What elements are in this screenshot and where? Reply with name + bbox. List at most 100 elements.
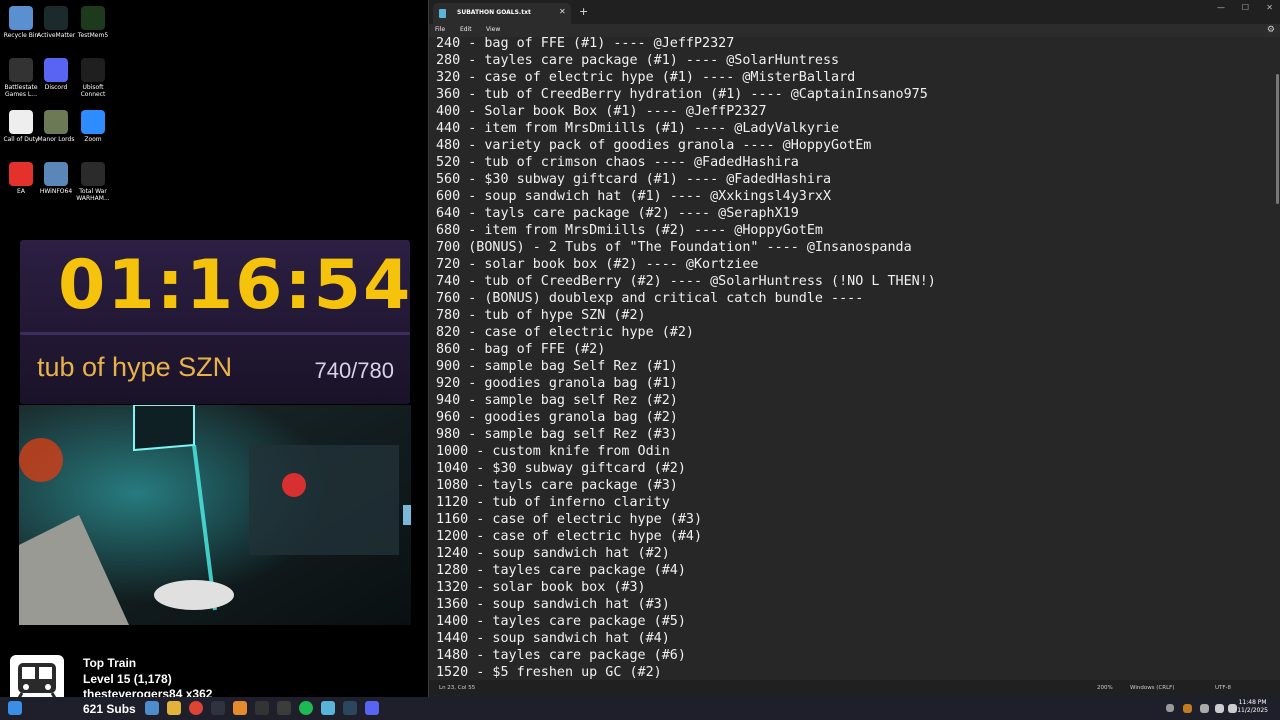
app-icon <box>9 162 33 186</box>
text-line: 1200 - case of electric hype (#4) <box>436 529 703 544</box>
desktop-icon-label: EA <box>17 188 25 195</box>
text-line: 640 - tayls care package (#2) ---- @Sera… <box>436 206 799 221</box>
text-line: 900 - sample bag Self Rez (#1) <box>436 359 678 374</box>
tray-app-icon-2[interactable] <box>1200 704 1209 713</box>
chrome-icon[interactable] <box>189 701 203 715</box>
encoding: UTF-8 <box>1215 685 1232 691</box>
train-subs: 621 Subs <box>83 702 136 716</box>
tray-chevron-icon[interactable] <box>1166 704 1174 712</box>
goal-progress: 740/780 <box>314 358 394 383</box>
text-line: 1120 - tub of inferno clarity <box>436 495 670 510</box>
desktop-icon-label: Total War WARHAM... <box>76 188 110 202</box>
clock[interactable]: 11:48 PM 11/2/2025 <box>1237 699 1268 715</box>
menu-view[interactable]: View <box>486 26 500 33</box>
desktop-icon[interactable]: Recycle Bin <box>2 6 40 39</box>
train-level: Level 15 (1,178) <box>83 672 172 686</box>
desktop-icon[interactable]: Total War WARHAM... <box>74 162 112 202</box>
notepad-window: SUBATHON GOALS.txt ✕ + — ☐ ✕ File Edit V… <box>428 0 1280 697</box>
text-line: 1040 - $30 subway giftcard (#2) <box>436 461 686 476</box>
text-line: 760 - (BONUS) doublexp and critical catc… <box>436 291 864 306</box>
text-line: 680 - item from MrsDmiills (#2) ---- @Ho… <box>436 223 823 238</box>
notepad-file-icon <box>439 9 446 18</box>
volume-icon[interactable] <box>1228 704 1237 713</box>
minimize-icon[interactable]: — <box>1217 3 1225 12</box>
start-icon[interactable] <box>8 701 22 715</box>
menu-edit[interactable]: Edit <box>460 26 472 33</box>
discord-taskbar-icon[interactable] <box>365 701 379 715</box>
desktop-icon[interactable]: Call of Duty <box>2 110 40 143</box>
file-tab[interactable]: SUBATHON GOALS.txt ✕ <box>433 3 571 24</box>
text-line: 940 - sample bag self Rez (#2) <box>436 393 678 408</box>
text-line: 400 - Solar book Box (#1) ---- @JeffP232… <box>436 104 767 119</box>
vertical-scrollbar[interactable] <box>1276 74 1279 204</box>
app-icon <box>44 6 68 30</box>
desktop-icon[interactable]: HWiNFO64 <box>37 162 75 195</box>
terminal-icon[interactable] <box>255 701 269 715</box>
desktop-icon[interactable]: TestMem5 <box>74 6 112 39</box>
clock-date: 11/2/2025 <box>1237 707 1268 714</box>
new-tab-button[interactable]: + <box>579 5 588 18</box>
timer-value: 01:16:54 <box>58 246 413 325</box>
text-line: 700 (BONUS) - 2 Tubs of "The Foundation"… <box>436 240 912 255</box>
tab-strip: SUBATHON GOALS.txt ✕ + — ☐ ✕ <box>429 0 1280 24</box>
app-icon <box>81 58 105 82</box>
text-line: 1240 - soup sandwich hat (#2) <box>436 546 670 561</box>
desktop-icon-label: HWiNFO64 <box>39 188 73 195</box>
desktop-icon[interactable]: Discord <box>37 58 75 91</box>
text-line: 480 - variety pack of goodies granola --… <box>436 138 872 153</box>
text-editor[interactable]: 240 - bag of FFE (#1) ---- @JeffP2327 280… <box>429 37 1275 680</box>
text-line: 780 - tub of hype SZN (#2) <box>436 308 646 323</box>
app-icon <box>44 162 68 186</box>
menu-bar: File Edit View ⚙ <box>429 24 1280 37</box>
clock-time: 11:48 PM <box>1238 699 1267 706</box>
xbox-icon[interactable] <box>277 701 291 715</box>
app-icon <box>81 110 105 134</box>
text-line: 240 - bag of FFE (#1) ---- @JeffP2327 <box>436 37 735 51</box>
desktop-icon-label: Discord <box>44 84 68 91</box>
network-icon[interactable] <box>1215 704 1224 713</box>
text-line: 1320 - solar book box (#3) <box>436 580 646 595</box>
desktop-icon[interactable]: Battlestate Games L... <box>2 58 40 98</box>
menu-file[interactable]: File <box>435 26 445 33</box>
desktop-icon-label: ActiveMatter <box>37 32 76 39</box>
current-goal-label: tub of hype SZN <box>37 352 233 382</box>
desktop-icon[interactable]: EA <box>2 162 40 195</box>
subathon-timer-panel: 01:16:54 tub of hype SZN 740/780 <box>20 240 410 404</box>
tray-app-icon[interactable] <box>1183 704 1192 713</box>
text-line: 980 - sample bag self Rez (#3) <box>436 427 678 442</box>
app-icon <box>44 58 68 82</box>
text-line: 440 - item from MrsDmiills (#1) ---- @La… <box>436 121 840 136</box>
steam-icon[interactable] <box>343 701 357 715</box>
close-tab-icon[interactable]: ✕ <box>559 7 566 16</box>
timer-divider <box>20 332 410 335</box>
taskbar: 11:48 PM 11/2/2025 <box>0 697 1280 720</box>
text-line: 1480 - tayles care package (#6) <box>436 648 686 663</box>
desktop-icon-label: Battlestate Games L... <box>4 84 38 98</box>
notepad-icon[interactable] <box>321 701 335 715</box>
desktop-icon[interactable]: Zoom <box>74 110 112 143</box>
desktop-icon[interactable]: Manor Lords <box>37 110 75 143</box>
settings-gear-icon[interactable]: ⚙ <box>1267 25 1275 35</box>
desktop-icon-label: Recycle Bin <box>3 32 39 39</box>
text-line: 520 - tub of crimson chaos ---- @FadedHa… <box>436 155 799 170</box>
text-line: 820 - case of electric hype (#2) <box>436 325 694 340</box>
desktop-icon[interactable]: ActiveMatter <box>37 6 75 39</box>
spotify-icon[interactable] <box>299 701 313 715</box>
text-line: 600 - soup sandwich hat (#1) ---- @Xxkin… <box>436 189 832 204</box>
text-line: 1000 - custom knife from Odin <box>436 444 670 459</box>
app-icon <box>9 6 33 30</box>
text-line: 1160 - case of electric hype (#3) <box>436 512 703 527</box>
line-ending: Windows (CRLF) <box>1130 685 1175 691</box>
app-icon <box>81 162 105 186</box>
close-window-icon[interactable]: ✕ <box>1266 3 1273 12</box>
task-view-icon[interactable] <box>145 701 159 715</box>
text-line: 560 - $30 subway giftcard (#1) ---- @Fad… <box>436 172 832 187</box>
file-explorer-icon[interactable] <box>167 701 181 715</box>
text-line: 1440 - soup sandwich hat (#4) <box>436 631 670 646</box>
text-line: 1520 - $5 freshen up GC (#2) <box>436 665 662 680</box>
folder-icon[interactable] <box>233 701 247 715</box>
maximize-icon[interactable]: ☐ <box>1242 3 1249 12</box>
app-icon[interactable] <box>211 701 225 715</box>
desktop-icon-label: Ubisoft Connect <box>80 84 106 98</box>
desktop-icon[interactable]: Ubisoft Connect <box>74 58 112 98</box>
